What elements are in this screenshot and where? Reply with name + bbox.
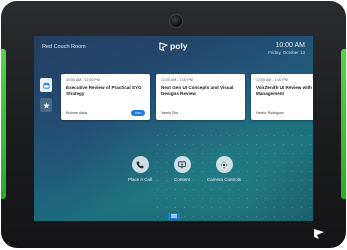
- brand-name: poly: [170, 41, 188, 51]
- touch-screen: Red Couch Room poly 10:00 AM Friday, Oct…: [34, 36, 313, 221]
- meeting-card[interactable]: 10:00 AM - 12:00 PM Executive Review of …: [61, 74, 150, 120]
- camera-controls-label: Camera Controls: [206, 177, 241, 182]
- camera-controls-circle[interactable]: [215, 156, 233, 173]
- meeting-time: 12:00 AM - 1:00 PM: [161, 78, 193, 82]
- meeting-card[interactable]: 12:00 AM - 1:00 PM Next Gen UI Concepts …: [156, 74, 245, 120]
- star-icon: [42, 101, 50, 109]
- tab-favorites[interactable]: [40, 98, 52, 112]
- poly-mark-icon: [159, 41, 168, 51]
- poly-logo-icon: [314, 229, 324, 239]
- status-light-right: [341, 49, 346, 199]
- calendar-icon: [42, 81, 50, 89]
- share-screen-icon: [178, 160, 186, 168]
- meeting-organizer: Yamin Zhu: [161, 111, 179, 115]
- meeting-title: Executive Review of Practical SYG Strate…: [66, 85, 142, 96]
- place-call-button[interactable]: Place A Call: [120, 156, 160, 182]
- meeting-title: Next Gen UI Concepts and Visual Designs …: [161, 85, 234, 96]
- content-circle[interactable]: [173, 156, 191, 173]
- clock: 10:00 AM Friday, October 13: [268, 42, 305, 55]
- menu-handle-button[interactable]: [168, 213, 180, 219]
- content-button[interactable]: Content: [162, 156, 202, 182]
- camera-control-icon: [220, 160, 228, 169]
- meeting-time: 12:00 AM - 1:00 PM: [256, 78, 288, 82]
- meeting-organizer: Kishore Aska: [66, 111, 87, 115]
- camera-controls-button[interactable]: Camera Controls: [204, 156, 244, 182]
- meeting-card[interactable]: 12:00 AM - 1:00 PM VoirZenith UI Review …: [251, 74, 313, 120]
- meeting-time: 10:00 AM - 12:00 PM: [66, 78, 100, 82]
- join-button[interactable]: JOIN: [131, 110, 145, 116]
- meeting-organizer: Hector Rodrigues: [256, 111, 284, 115]
- device-bezel: Red Couch Room poly 10:00 AM Friday, Oct…: [1, 1, 346, 248]
- status-light-left: [1, 49, 6, 199]
- tab-calendar[interactable]: [40, 78, 52, 92]
- room-name: Red Couch Room: [42, 44, 86, 50]
- place-call-circle[interactable]: [131, 156, 149, 173]
- menu-icon: [171, 214, 177, 218]
- content-label: Content: [174, 177, 190, 182]
- clock-date: Friday, October 13: [268, 50, 305, 55]
- meeting-title: VoirZenith UI Review with Product Manage…: [256, 85, 313, 96]
- clock-time: 10:00 AM: [275, 42, 305, 49]
- phone-icon: [136, 161, 144, 168]
- place-call-label: Place A Call: [127, 177, 152, 182]
- brand-logo: poly: [159, 41, 187, 51]
- camera-lens: [170, 15, 182, 27]
